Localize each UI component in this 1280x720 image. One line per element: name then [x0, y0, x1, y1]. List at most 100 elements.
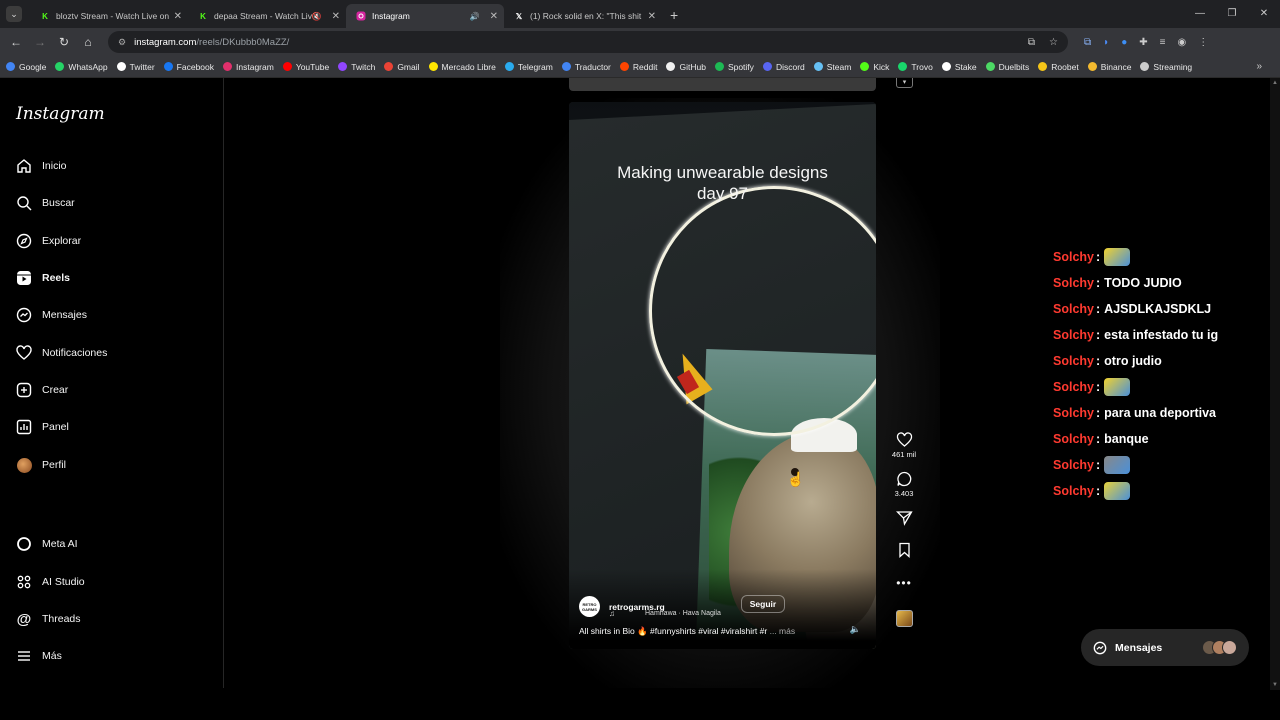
chat-separator: :: [1096, 458, 1101, 472]
media-control-icon[interactable]: ≡: [1160, 37, 1166, 48]
bookmark-kick[interactable]: Kick: [860, 62, 889, 72]
instagram-logo[interactable]: Instagram: [16, 104, 105, 124]
sidebar-item-buscar[interactable]: Buscar: [16, 195, 75, 211]
tab-instagram[interactable]: Instagram 🔊 ✕: [346, 4, 504, 28]
scroll-down-icon[interactable]: ▼: [1272, 682, 1278, 688]
music-row[interactable]: ♫ Hamnawa · Hava Nagila: [609, 609, 721, 618]
reload-icon[interactable]: ↻: [52, 35, 76, 49]
address-bar[interactable]: ⚙ instagram.com /reels/DKubbb0MaZZ/ ⧉ ☆: [108, 31, 1068, 53]
follow-button[interactable]: Seguir: [741, 595, 785, 613]
reel-video[interactable]: Making unwearable designs day 97 RETRO G…: [569, 102, 876, 649]
save-button[interactable]: [896, 542, 913, 558]
more-options-button[interactable]: •••: [896, 576, 912, 590]
home-icon[interactable]: ⌂: [76, 35, 100, 49]
back-icon[interactable]: ←: [4, 35, 28, 49]
sidebar-item-label: Mensajes: [42, 309, 87, 321]
like-button[interactable]: 461 mil: [892, 432, 916, 459]
sidebar-item-label: Crear: [42, 384, 69, 396]
avatar: [1222, 640, 1237, 655]
bookmark-star-icon[interactable]: ☆: [1049, 37, 1058, 48]
sidebar-item-reels[interactable]: Reels: [16, 270, 70, 286]
bookmark-twitter[interactable]: Twitter: [116, 61, 155, 72]
sidebar-item-mas[interactable]: Más: [16, 648, 62, 664]
sound-icon[interactable]: 🔈: [850, 624, 861, 635]
bookmark-trovo[interactable]: Trovo: [898, 62, 933, 72]
bookmark-twitch[interactable]: Twitch: [338, 62, 375, 72]
extension-icon[interactable]: ◗: [1103, 37, 1109, 48]
scroll-up-icon[interactable]: ▲: [1272, 80, 1278, 86]
tab-depaa[interactable]: K depaa Stream - Watch Live on Kick 🔇 ✕: [188, 4, 346, 28]
muted-icon[interactable]: 🔇: [312, 12, 322, 21]
bookmark-label: Roobet: [1051, 61, 1079, 72]
close-tab-icon[interactable]: ✕: [648, 11, 656, 22]
page-scrollbar[interactable]: ▲ ▼: [1270, 78, 1280, 690]
author-avatar[interactable]: RETRO GARMS: [579, 596, 600, 617]
bookmark-discord[interactable]: Discord: [762, 62, 805, 72]
sidebar-item-ai-studio[interactable]: AI Studio: [16, 574, 85, 590]
extension-icon[interactable]: ●: [1121, 37, 1127, 48]
more-link[interactable]: ... más: [770, 626, 796, 636]
forward-icon[interactable]: →: [28, 35, 52, 49]
bookmark-facebook[interactable]: Facebook: [163, 62, 214, 72]
bookmark-stake[interactable]: Stake: [941, 62, 977, 72]
browser-menu-icon[interactable]: ⋮: [1198, 37, 1208, 48]
sidebar-item-meta-ai[interactable]: Meta AI: [16, 536, 78, 552]
comment-button[interactable]: 3.403: [895, 471, 913, 498]
sidebar-item-perfil[interactable]: Perfil: [16, 457, 66, 473]
site-info-icon[interactable]: ⚙: [118, 37, 126, 48]
bookmark-label: Streaming: [1153, 61, 1193, 72]
audio-playing-icon[interactable]: 🔊: [470, 12, 480, 21]
trovo-icon: [898, 62, 908, 71]
sidebar-item-crear[interactable]: Crear: [16, 382, 68, 398]
bookmark-gmail[interactable]: Gmail: [384, 62, 420, 72]
sidebar-item-threads[interactable]: @ Threads: [16, 611, 81, 628]
restore-icon[interactable]: ❐: [1216, 0, 1248, 26]
close-tab-icon[interactable]: ✕: [174, 11, 182, 22]
tab-search-button[interactable]: ⌄: [6, 6, 22, 22]
bookmark-label: Twitter: [129, 61, 155, 72]
sidebar-item-explorar[interactable]: Explorar: [16, 233, 81, 249]
bookmark-instagram[interactable]: Instagram: [223, 62, 274, 72]
bookmark-telegram[interactable]: Telegram: [504, 62, 553, 72]
sidebar-item-inicio[interactable]: Inicio: [16, 158, 67, 174]
bookmark-binance[interactable]: Binance: [1087, 62, 1131, 72]
more-bookmarks-icon[interactable]: »: [1256, 61, 1262, 72]
chat-separator: :: [1096, 302, 1101, 316]
translate-icon[interactable]: ⧉: [1084, 37, 1091, 48]
profile-icon[interactable]: ◉: [1177, 37, 1186, 48]
bookmark-steam[interactable]: Steam: [813, 62, 851, 72]
bookmark-github[interactable]: GitHub: [666, 62, 706, 72]
tab-x[interactable]: 𝕏 (1) Rock solid en X: "This shit has ✕: [504, 4, 662, 28]
bookmark-google[interactable]: Google: [6, 62, 46, 72]
audio-thumbnail[interactable]: [895, 610, 913, 627]
bookmark-youtube[interactable]: YouTube: [282, 62, 329, 72]
sidebar-item-mensajes[interactable]: Mensajes: [16, 307, 87, 323]
previous-reel-thumb[interactable]: ▾: [896, 78, 913, 88]
bookmark-streaming[interactable]: Streaming: [1140, 62, 1192, 72]
bookmark-whatsapp[interactable]: WhatsApp: [55, 62, 108, 72]
comment-icon: [896, 471, 913, 487]
close-window-icon[interactable]: ✕: [1248, 0, 1280, 26]
chat-username: Solchy: [1053, 276, 1094, 290]
browser-window: ⌄ K bloztv Stream - Watch Live on Kick ✕…: [0, 0, 1280, 720]
messages-button[interactable]: Mensajes: [1081, 629, 1249, 666]
close-tab-icon[interactable]: ✕: [332, 11, 340, 22]
tab-bloztv[interactable]: K bloztv Stream - Watch Live on Kick ✕: [30, 4, 188, 28]
sidebar-item-label: Reels: [42, 272, 71, 284]
bookmark-mercado-libre[interactable]: Mercado Libre: [428, 62, 496, 72]
bookmark-duelbits[interactable]: Duelbits: [985, 62, 1029, 72]
previous-reel-edge[interactable]: [569, 78, 876, 91]
new-tab-button[interactable]: +: [670, 7, 678, 23]
reel-description[interactable]: All shirts in Bio 🔥 #funnyshirts #viral …: [579, 626, 795, 637]
extensions-puzzle-icon[interactable]: ✚: [1139, 37, 1147, 48]
bookmark-reddit[interactable]: Reddit: [619, 62, 657, 72]
minimize-icon[interactable]: —: [1184, 0, 1216, 26]
share-button[interactable]: [895, 510, 913, 526]
sidebar-item-panel[interactable]: Panel: [16, 419, 69, 435]
bookmark-traductor[interactable]: Traductor: [561, 62, 611, 72]
sidebar-item-notificaciones[interactable]: Notificaciones: [16, 345, 107, 361]
install-app-icon[interactable]: ⧉: [1028, 37, 1035, 48]
bookmark-roobet[interactable]: Roobet: [1038, 61, 1079, 72]
close-tab-icon[interactable]: ✕: [490, 11, 498, 22]
bookmark-spotify[interactable]: Spotify: [714, 62, 754, 72]
